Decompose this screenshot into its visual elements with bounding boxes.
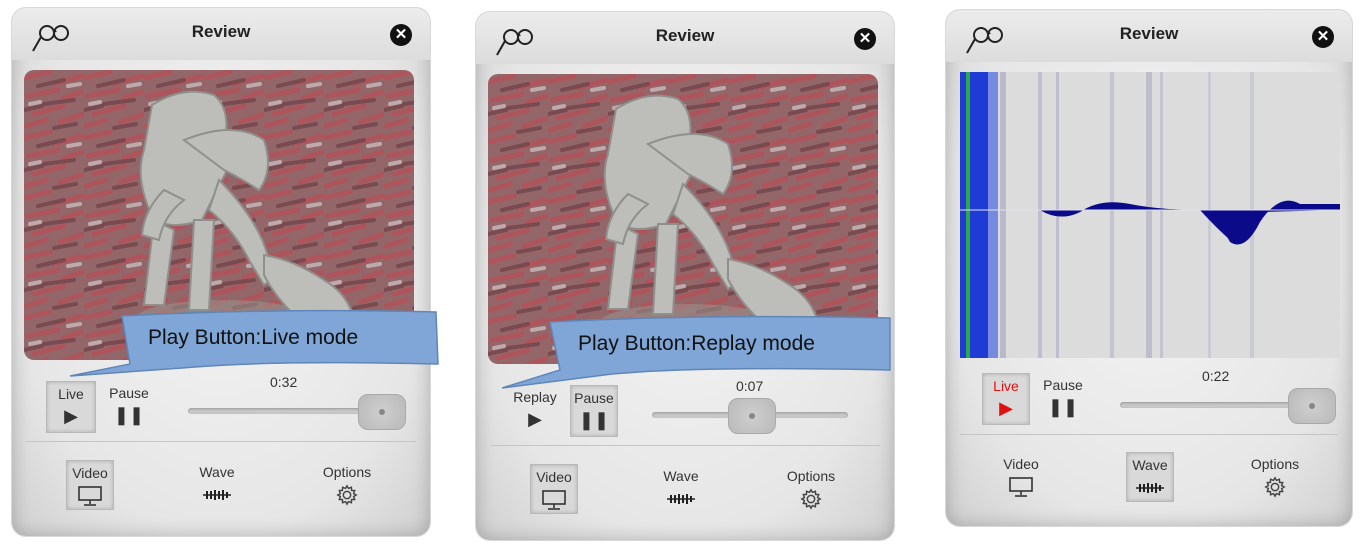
play-icon: ▶	[64, 406, 78, 426]
live-play-button[interactable]: Live ▶	[982, 373, 1030, 425]
live-play-button[interactable]: Live ▶	[46, 381, 96, 433]
monitor-icon	[1008, 476, 1034, 498]
play-icon: ▶	[528, 409, 542, 429]
tab-video[interactable]: Video	[66, 460, 114, 510]
tab-video-label: Video	[1003, 456, 1039, 472]
play-icon: ▶	[999, 398, 1013, 418]
title-bar: Review ✕	[476, 12, 894, 64]
tab-video[interactable]: Video	[998, 452, 1044, 500]
close-icon[interactable]: ✕	[390, 24, 412, 46]
live-label: Live	[58, 386, 84, 402]
tab-wave[interactable]: Wave	[1126, 452, 1174, 502]
pause-label: Pause	[109, 385, 149, 401]
tab-wave-label: Wave	[199, 464, 235, 480]
divider	[960, 434, 1338, 435]
title-bar: Review ✕	[12, 8, 430, 60]
callout-live-text: Play Button:Live mode	[148, 326, 359, 349]
wave-view	[960, 72, 1340, 358]
tab-options[interactable]: Options	[314, 460, 380, 508]
waveform-icon	[1135, 481, 1165, 495]
time-readout: 0:22	[1202, 368, 1230, 384]
callout-replay-text: Play Button:Replay mode	[578, 332, 815, 355]
divider	[490, 445, 880, 446]
close-icon[interactable]: ✕	[1312, 26, 1334, 48]
tab-wave[interactable]: Wave	[658, 464, 704, 512]
tab-wave-label: Wave	[663, 468, 699, 484]
review-panel-live: Review ✕ Live ▶ Pause ❚❚ 0:32 Video Wave…	[12, 8, 430, 536]
tab-video-label: Video	[536, 469, 572, 485]
pause-button[interactable]: Pause ❚❚	[570, 385, 618, 437]
panel-title: Review	[191, 22, 251, 41]
waveform-display	[960, 72, 1340, 358]
review-panel-wave: Review ✕ Live ▶ Pause ❚❚ 0:22 Video Wave…	[946, 10, 1352, 526]
live-label: Live	[993, 378, 1019, 394]
tab-wave-label: Wave	[1132, 457, 1168, 473]
monitor-icon	[77, 485, 103, 507]
waveform-icon	[666, 492, 696, 506]
tab-options[interactable]: Options	[1242, 452, 1308, 500]
gear-icon	[1264, 476, 1286, 498]
waveform-icon	[202, 488, 232, 502]
replay-play-button[interactable]: Replay ▶	[506, 385, 564, 435]
gear-icon	[800, 488, 822, 510]
pause-icon: ❚❚	[578, 410, 610, 430]
monitor-icon	[541, 489, 567, 511]
tab-options-label: Options	[786, 468, 836, 484]
replay-label: Replay	[513, 389, 557, 405]
review-panel-replay: Review ✕ Replay ▶ Pause ❚❚ 0:07 Video Wa…	[476, 12, 894, 540]
pause-button[interactable]: Pause ❚❚	[1040, 373, 1086, 423]
pause-label: Pause	[1043, 377, 1083, 393]
tab-video-label: Video	[72, 465, 108, 481]
panel-title: Review	[1119, 24, 1179, 43]
title-bar: Review ✕	[946, 10, 1352, 62]
pause-icon: ❚❚	[113, 405, 145, 425]
close-icon[interactable]: ✕	[854, 28, 876, 50]
pause-label: Pause	[574, 390, 614, 406]
slider-knob[interactable]	[358, 394, 406, 430]
divider	[26, 441, 416, 442]
tab-video[interactable]: Video	[530, 464, 578, 514]
tab-options-label: Options	[1250, 456, 1300, 472]
tab-options[interactable]: Options	[778, 464, 844, 512]
tab-options-label: Options	[322, 464, 372, 480]
slider-knob[interactable]	[728, 398, 776, 434]
gear-icon	[336, 484, 358, 506]
panel-title: Review	[655, 26, 715, 45]
pause-icon: ❚❚	[1047, 397, 1079, 417]
pause-button[interactable]: Pause ❚❚	[106, 381, 152, 431]
slider-knob[interactable]	[1288, 388, 1336, 424]
tab-wave[interactable]: Wave	[194, 460, 240, 508]
